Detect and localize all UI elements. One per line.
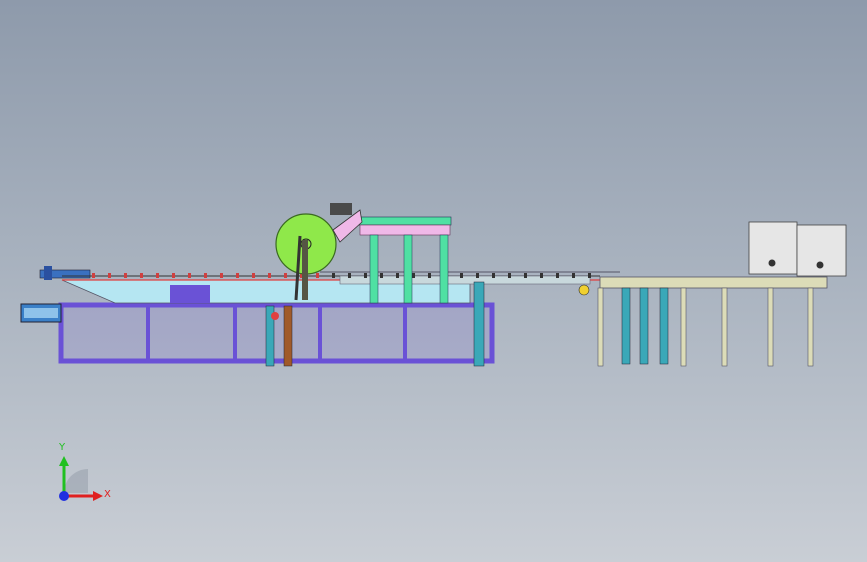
chain-lug bbox=[188, 273, 191, 278]
chain-lug bbox=[332, 273, 335, 278]
feed-platform-top bbox=[24, 308, 58, 318]
axis-y-label: Y bbox=[59, 442, 66, 453]
chain-lug bbox=[108, 273, 111, 278]
table-leg bbox=[767, 287, 774, 367]
table-top bbox=[599, 276, 828, 289]
chain-lug bbox=[428, 273, 431, 278]
chain-lug bbox=[268, 273, 271, 278]
chain-lug bbox=[156, 273, 159, 278]
chain-lug bbox=[364, 273, 367, 278]
cad-viewport[interactable]: Y X bbox=[0, 0, 867, 562]
leg-teal-right bbox=[473, 281, 485, 367]
sensor-red bbox=[271, 312, 279, 320]
axis-x-head-icon bbox=[93, 491, 103, 501]
chain-lug bbox=[92, 273, 95, 278]
chain-lug bbox=[348, 273, 351, 278]
machine-assembly-model[interactable] bbox=[0, 0, 867, 562]
drum-support bbox=[302, 240, 308, 300]
chain-lug bbox=[556, 273, 559, 278]
chain-lug bbox=[524, 273, 527, 278]
chain-lug bbox=[316, 273, 319, 278]
table-leg bbox=[680, 287, 687, 367]
outfeed-table[interactable] bbox=[578, 276, 828, 367]
carton-mark-icon bbox=[768, 259, 776, 267]
axis-y-head-icon bbox=[59, 456, 69, 466]
teal-leg bbox=[621, 287, 631, 365]
motor-block bbox=[170, 285, 210, 303]
carton-stack[interactable] bbox=[748, 221, 847, 277]
teal-leg bbox=[639, 287, 649, 365]
chain-lug bbox=[220, 273, 223, 278]
chain-lug bbox=[380, 273, 383, 278]
carton bbox=[796, 224, 847, 277]
outfeed-teal-legs bbox=[621, 287, 669, 365]
triad-plane-shading bbox=[64, 469, 88, 493]
upper-green-bar bbox=[354, 216, 452, 226]
chain-lug bbox=[508, 273, 511, 278]
infeed-stop bbox=[44, 266, 52, 280]
indicator-yellow bbox=[578, 284, 590, 296]
chain-lug bbox=[572, 273, 575, 278]
chain-lug bbox=[412, 273, 415, 278]
table-leg bbox=[597, 287, 604, 367]
chain-lug bbox=[204, 273, 207, 278]
chain-lug bbox=[124, 273, 127, 278]
coordinate-triad[interactable] bbox=[59, 456, 103, 501]
axis-x-label: X bbox=[104, 489, 111, 500]
chain-lug bbox=[172, 273, 175, 278]
table-leg bbox=[721, 287, 728, 367]
chain-lug bbox=[284, 273, 287, 278]
teal-leg bbox=[659, 287, 669, 365]
chain-lug bbox=[252, 273, 255, 278]
leg-brown bbox=[283, 305, 293, 367]
upper-leg bbox=[369, 234, 379, 304]
table-leg bbox=[807, 287, 814, 367]
chain-lug bbox=[540, 273, 543, 278]
chain-lug bbox=[396, 273, 399, 278]
upper-pink-bar bbox=[359, 224, 451, 236]
upper-leg bbox=[403, 234, 413, 304]
chain-lug bbox=[492, 273, 495, 278]
conveyor-bed[interactable] bbox=[39, 266, 620, 304]
chain-lug bbox=[476, 273, 479, 278]
chain-lug bbox=[588, 273, 591, 278]
base-frame[interactable] bbox=[20, 302, 495, 364]
chain-lug bbox=[236, 273, 239, 278]
feeder-actuator bbox=[330, 203, 352, 215]
axis-z-origin-icon bbox=[59, 491, 69, 501]
chain-lug bbox=[140, 273, 143, 278]
chain-lug bbox=[460, 273, 463, 278]
carton-mark-icon bbox=[816, 261, 824, 269]
upper-leg bbox=[439, 234, 449, 304]
